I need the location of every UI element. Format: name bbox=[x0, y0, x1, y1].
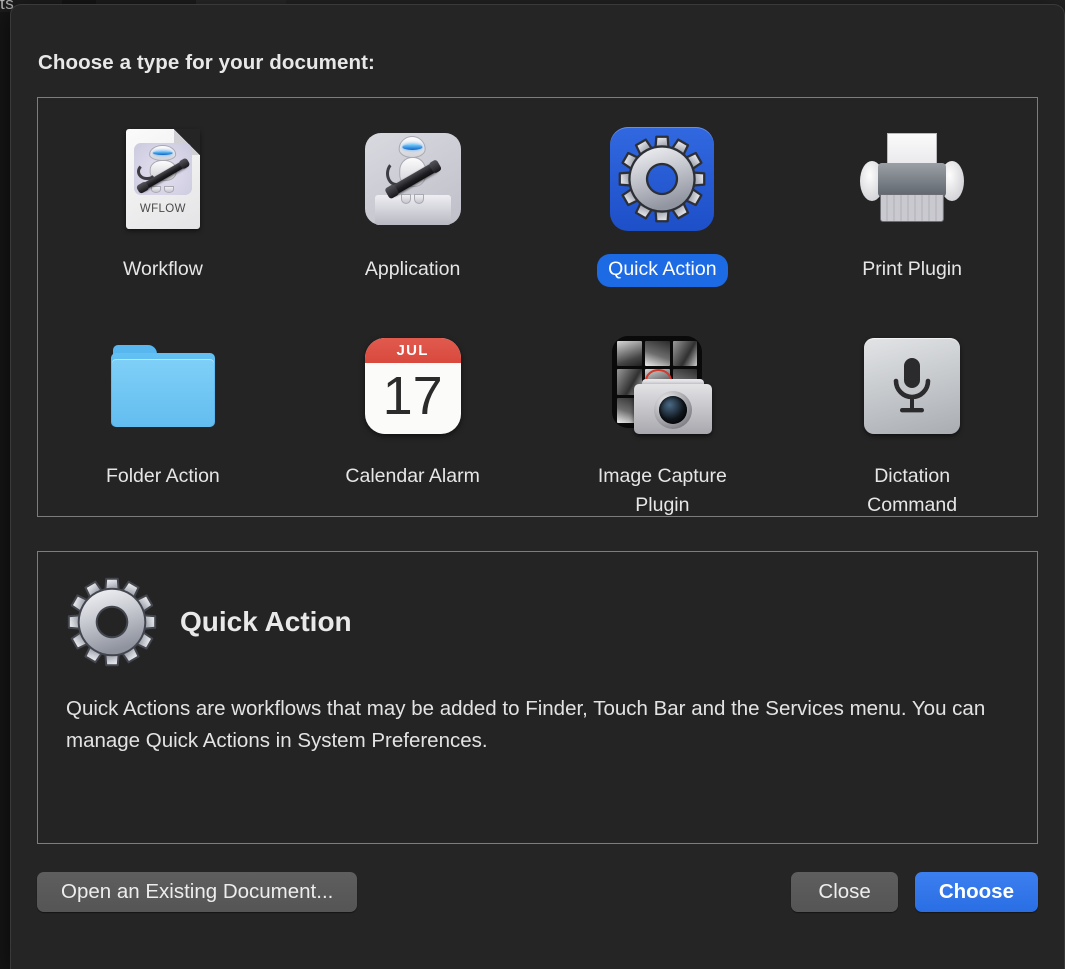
grid-row: Folder Action JUL 17 Calendar Alarm bbox=[38, 319, 1037, 526]
gear-icon-svg bbox=[618, 135, 706, 223]
calendar-icon: JUL 17 bbox=[348, 321, 478, 451]
open-existing-document-button[interactable]: Open an Existing Document... bbox=[37, 872, 357, 912]
document-type-workflow[interactable]: WFLOW Workflow bbox=[38, 112, 288, 319]
gear-icon bbox=[66, 576, 158, 668]
description-body: Quick Actions are workflows that may be … bbox=[66, 693, 991, 757]
description-panel: Quick Action Quick Actions are workflows… bbox=[37, 551, 1038, 844]
dialog-footer: Open an Existing Document... Close Choos… bbox=[37, 871, 1038, 913]
document-type-dialog: Choose a type for your document: bbox=[10, 4, 1065, 969]
document-type-label: Application bbox=[354, 254, 471, 287]
document-type-label: Quick Action bbox=[597, 254, 727, 287]
description-header: Quick Action bbox=[66, 574, 1009, 670]
document-type-label: Image Capture Plugin bbox=[567, 461, 757, 523]
calendar-month-label: JUL bbox=[365, 338, 461, 363]
close-button[interactable]: Close bbox=[791, 872, 897, 912]
microphone-icon-svg bbox=[885, 354, 939, 418]
workflow-document-icon: WFLOW bbox=[98, 114, 228, 244]
document-type-print-plugin[interactable]: Print Plugin bbox=[787, 112, 1037, 319]
document-type-calendar-alarm[interactable]: JUL 17 Calendar Alarm bbox=[288, 319, 538, 526]
document-type-folder-action[interactable]: Folder Action bbox=[38, 319, 288, 526]
printer-icon bbox=[847, 114, 977, 244]
document-type-dictation-command[interactable]: Dictation Command bbox=[787, 319, 1037, 526]
document-type-quick-action[interactable]: Quick Action bbox=[538, 112, 788, 319]
document-type-label: Print Plugin bbox=[851, 254, 973, 287]
document-type-label: Dictation Command bbox=[817, 461, 1007, 523]
description-title: Quick Action bbox=[180, 606, 352, 638]
dialog-title: Choose a type for your document: bbox=[38, 51, 1038, 75]
gear-icon-svg bbox=[67, 577, 157, 667]
folder-icon bbox=[98, 321, 228, 451]
calendar-day-label: 17 bbox=[365, 363, 461, 434]
gear-icon bbox=[597, 114, 727, 244]
document-type-application[interactable]: Application bbox=[288, 112, 538, 319]
grid-row: WFLOW Workflow bbox=[38, 112, 1037, 319]
document-type-label: Folder Action bbox=[95, 461, 231, 494]
document-type-label: Calendar Alarm bbox=[334, 461, 490, 494]
choose-button[interactable]: Choose bbox=[915, 872, 1038, 912]
document-type-image-capture-plugin[interactable]: Image Capture Plugin bbox=[538, 319, 788, 526]
camera-icon bbox=[597, 321, 727, 451]
workflow-extension-label: WFLOW bbox=[126, 203, 200, 215]
document-type-label: Workflow bbox=[112, 254, 214, 287]
microphone-icon bbox=[847, 321, 977, 451]
automator-robot-icon bbox=[348, 114, 478, 244]
document-type-grid: WFLOW Workflow bbox=[37, 97, 1038, 517]
